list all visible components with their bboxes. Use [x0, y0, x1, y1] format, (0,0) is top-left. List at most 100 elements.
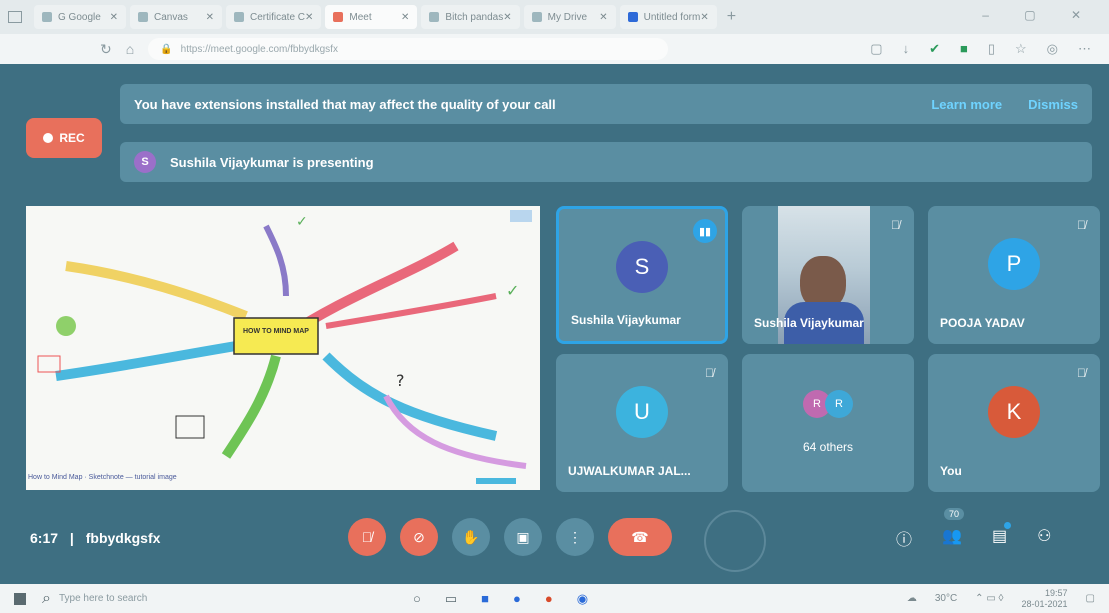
reading-icon[interactable]: ▯	[988, 41, 995, 57]
people-button[interactable]: 70 👥	[942, 508, 965, 550]
tab-google[interactable]: G Google ✕	[34, 5, 126, 29]
weather-icon: ☁	[906, 593, 917, 604]
participant-name: POOJA YADAV	[940, 316, 1025, 330]
hang-up-icon: ☎	[631, 528, 649, 545]
learn-more-link[interactable]: Learn more	[931, 97, 1002, 112]
check-icon[interactable]: ✔	[929, 41, 940, 57]
chrome-icon[interactable]: ◉	[577, 591, 588, 607]
search-icon[interactable]: ⌕	[42, 590, 51, 608]
participant-tile-you[interactable]: 🎙̸ K You	[928, 354, 1100, 492]
extension-green-icon[interactable]: ■	[960, 41, 968, 57]
system-tray: ☁ 30°C ⌃ ▭ ◊ 19:57 28-01-2021 ▢	[907, 588, 1095, 610]
leave-call-button[interactable]: ☎	[608, 518, 672, 556]
others-count: 64 others	[802, 440, 854, 454]
close-icon[interactable]: ✕	[110, 12, 118, 23]
participant-tile-others[interactable]: R R 64 others	[742, 354, 914, 492]
close-icon[interactable]: ✕	[700, 12, 708, 23]
hand-icon: ✋	[462, 528, 480, 545]
tab-certificate[interactable]: Certificate C ✕	[226, 5, 322, 29]
mic-toggle-button[interactable]: 🎙̸	[348, 518, 386, 556]
file-explorer-icon[interactable]: ▭	[445, 591, 457, 607]
lock-icon: 🔒	[160, 43, 173, 55]
raise-hand-button[interactable]: ✋	[452, 518, 490, 556]
participant-tile-sushila-video[interactable]: 🎙̸ Sushila Vijaykumar	[742, 206, 914, 344]
edge-icon[interactable]: ●	[513, 591, 521, 607]
close-icon[interactable]: ✕	[401, 12, 409, 23]
mind-map-image: HOW TO MIND MAP ✓ ✓ ?	[37, 210, 532, 484]
others-avatars: R R	[803, 390, 853, 418]
tab-untitled-form[interactable]: Untitled form ✕	[619, 5, 717, 29]
clock[interactable]: 19:57 28-01-2021	[1022, 588, 1068, 610]
branch-green	[221, 354, 281, 459]
windows-start-icon[interactable]	[14, 592, 26, 605]
download-icon[interactable]: ↓	[903, 41, 910, 57]
refresh-icon[interactable]: ↻	[100, 41, 112, 58]
temperature: 30°C	[934, 593, 958, 604]
avatar: S	[616, 241, 668, 293]
participant-tile-sushila[interactable]: ▮▮ S Sushila Vijaykumar	[556, 206, 728, 344]
windows-store-icon[interactable]: ■	[481, 591, 489, 607]
task-view-icon[interactable]: ○	[413, 591, 421, 607]
speaking-indicator-icon: ▮▮	[693, 219, 717, 243]
url-text: https://meet.google.com/fbbydkgsfx	[180, 43, 338, 55]
favorites-icon[interactable]: ☆	[1015, 41, 1027, 57]
office-icon[interactable]: ●	[545, 591, 553, 607]
info-icon[interactable]: ⓘ	[896, 526, 912, 550]
close-icon[interactable]: ✕	[503, 12, 511, 23]
dismiss-button[interactable]: Dismiss	[1028, 97, 1078, 112]
doodle-box	[37, 355, 61, 373]
center-label: HOW TO MIND MAP	[243, 328, 309, 335]
doodle-person	[56, 316, 76, 336]
meet-side-tools: ⓘ 70 👥 ▤ ⚇	[896, 508, 1051, 550]
shared-screen[interactable]: HOW TO MIND MAP ✓ ✓ ? How to Mind Map · …	[26, 206, 540, 490]
notification-dot	[1004, 522, 1012, 529]
close-icon[interactable]: ✕	[206, 12, 214, 23]
meeting-time: 6:17	[30, 530, 59, 546]
meeting-details: 6:17 | fbbydkgsfx	[30, 530, 160, 546]
more-vert-icon: ⋮	[568, 528, 582, 545]
separator: |	[69, 530, 74, 546]
participant-tile-ujwalkumar[interactable]: 🎙̸ U UJWALKUMAR JAL...	[556, 354, 728, 492]
presenting-text: Sushila Vijaykumar is presenting	[170, 154, 374, 170]
extension-icon[interactable]: ▢	[870, 41, 882, 57]
mic-off-icon: 🎙̸	[361, 529, 373, 545]
tab-favicon	[531, 12, 542, 22]
center-box	[233, 317, 319, 355]
tab-canvas[interactable]: Canvas ✕	[130, 5, 222, 29]
call-controls: 🎙̸ ⊘ ✋ ▣ ⋮ ☎	[348, 518, 672, 556]
check-doodle-2: ✓	[296, 214, 308, 230]
url-field[interactable]: 🔒 https://meet.google.com/fbbydkgsfx	[148, 38, 669, 60]
participant-tile-pooja[interactable]: 🎙̸ P POOJA YADAV	[928, 206, 1100, 344]
collections-icon[interactable]: ◎	[1047, 41, 1058, 57]
participant-count-badge: 70	[944, 508, 965, 520]
tab-bitch-pandas[interactable]: Bitch pandas ✕	[421, 5, 520, 29]
activities-icon[interactable]: ⚇	[1037, 526, 1051, 550]
more-options-button[interactable]: ⋮	[556, 518, 594, 556]
notification-icon[interactable]: ▢	[1086, 593, 1095, 604]
check-doodle: ✓	[506, 281, 519, 300]
participant-name: Sushila Vijaykumar	[571, 313, 681, 327]
participant-name: UJWALKUMAR JAL...	[568, 464, 691, 478]
tray-icons[interactable]: ⌃ ▭ ◊	[975, 593, 1003, 604]
home-icon[interactable]: ⌂	[126, 41, 134, 57]
tab-favicon	[234, 12, 244, 22]
taskbar-search-input[interactable]: Type here to search	[59, 593, 339, 604]
tab-meet[interactable]: Meet ✕	[325, 5, 418, 29]
present-icon: ▣	[516, 528, 530, 545]
close-icon[interactable]: ✕	[599, 12, 607, 23]
present-button[interactable]: ▣	[504, 518, 542, 556]
tab-favicon	[333, 12, 344, 22]
window-icon[interactable]	[8, 11, 22, 23]
close-icon[interactable]: ✕	[305, 12, 313, 23]
chat-button[interactable]: ▤	[991, 522, 1012, 550]
camera-off-icon: ⊘	[413, 528, 425, 545]
chat-icon: ▤	[991, 528, 1008, 545]
camera-toggle-button[interactable]: ⊘	[400, 518, 438, 556]
avatar: R	[825, 390, 853, 418]
window-controls[interactable]: – ▢ ✕	[982, 8, 1097, 22]
mic-muted-icon: 🎙̸	[1077, 366, 1086, 380]
new-tab-button[interactable]: +	[727, 8, 736, 26]
tab-my-drive[interactable]: My Drive ✕	[523, 5, 616, 29]
browser-toolbar: ▢ ↓ ✔ ■ ▯ ☆ ◎ ⋯	[870, 41, 1091, 57]
more-icon[interactable]: ⋯	[1078, 41, 1091, 57]
